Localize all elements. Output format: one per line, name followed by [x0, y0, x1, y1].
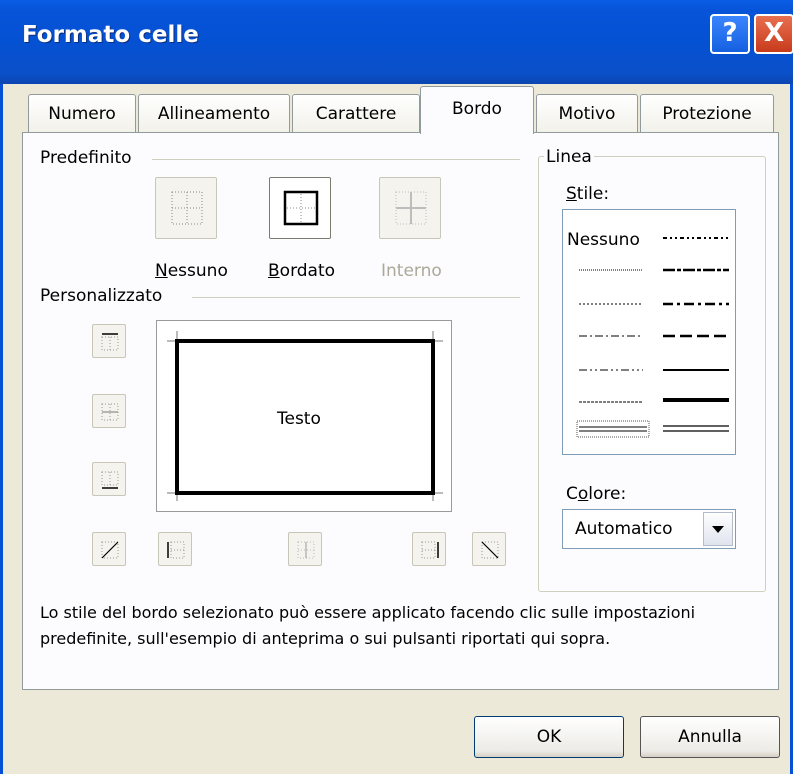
- personalizzato-label: Personalizzato: [40, 286, 163, 306]
- hint-text: Lo stile del bordo selezionato può esser…: [40, 603, 696, 648]
- cancel-label: Annulla: [678, 727, 742, 747]
- tab-label: Bordo: [452, 99, 502, 119]
- border-diagonal-down-button[interactable]: [472, 532, 506, 566]
- border-inside-vertical-icon: [297, 541, 315, 559]
- tab-motivo[interactable]: Motivo: [536, 94, 638, 132]
- linea-label: Linea: [544, 147, 594, 167]
- ok-label: OK: [536, 727, 562, 747]
- tab-label: Motivo: [558, 104, 616, 124]
- line-style-samples: [576, 237, 729, 438]
- border-bottom-button[interactable]: [92, 462, 126, 496]
- border-diagonal-down-icon: [481, 541, 499, 559]
- cancel-button[interactable]: Annulla: [640, 716, 780, 758]
- tab-label: Protezione: [662, 104, 752, 124]
- border-inside-horizontal-button[interactable]: [92, 394, 126, 428]
- preset-none-label: Nessuno: [155, 261, 228, 281]
- window-title: Formato celle: [22, 22, 199, 48]
- color-dropdown-value: Automatico: [575, 519, 673, 539]
- border-top-icon: [101, 333, 119, 351]
- predefinito-divider: [152, 159, 520, 160]
- border-bottom-icon: [101, 471, 119, 489]
- help-icon: ?: [722, 18, 738, 48]
- color-dropdown-arrow[interactable]: [703, 512, 733, 546]
- preset-inside-label: Interno: [381, 261, 442, 281]
- help-button[interactable]: ?: [710, 14, 750, 54]
- tab-numero[interactable]: Numero: [28, 94, 136, 132]
- close-button[interactable]: X: [754, 14, 793, 54]
- preview-text: Testo: [277, 409, 321, 429]
- border-left-button[interactable]: [158, 532, 192, 566]
- chevron-down-icon: [712, 526, 724, 533]
- border-right-icon: [421, 541, 439, 559]
- border-diagonal-up-icon: [101, 541, 119, 559]
- preset-outline-label: Bordato: [268, 261, 336, 281]
- preset-outline-icon: [283, 190, 319, 226]
- preset-none-button[interactable]: [155, 177, 217, 239]
- tab-protezione[interactable]: Protezione: [640, 94, 774, 132]
- personalizzato-divider: [192, 297, 520, 298]
- line-style-list[interactable]: Nessuno: [562, 209, 736, 455]
- predefinito-label: Predefinito: [40, 148, 132, 168]
- tab-allineamento[interactable]: Allineamento: [138, 94, 290, 132]
- tab-label: Allineamento: [157, 104, 271, 124]
- border-diagonal-up-button[interactable]: [92, 532, 126, 566]
- close-icon: X: [763, 18, 785, 48]
- tab-carattere[interactable]: Carattere: [292, 94, 420, 132]
- ok-button[interactable]: OK: [474, 716, 624, 758]
- tab-label: Carattere: [315, 104, 397, 124]
- colore-label: Colore:: [566, 484, 627, 504]
- preset-none-icon: [171, 191, 203, 225]
- border-right-button[interactable]: [412, 532, 446, 566]
- stile-label: Stile:: [566, 184, 610, 204]
- color-dropdown[interactable]: Automatico: [562, 509, 736, 549]
- border-inside-vertical-button[interactable]: [288, 532, 322, 566]
- border-left-icon: [167, 541, 185, 559]
- border-inside-horizontal-icon: [101, 403, 119, 421]
- preset-inside-icon: [395, 191, 427, 225]
- preset-inside-button: [379, 177, 441, 239]
- title-bar: Formato celle ? X: [0, 0, 793, 84]
- tab-label: Numero: [48, 104, 116, 124]
- tab-bordo[interactable]: Bordo: [420, 86, 534, 134]
- border-top-button[interactable]: [92, 324, 126, 358]
- border-preview[interactable]: Testo: [156, 320, 452, 512]
- preset-outline-button[interactable]: [269, 177, 331, 239]
